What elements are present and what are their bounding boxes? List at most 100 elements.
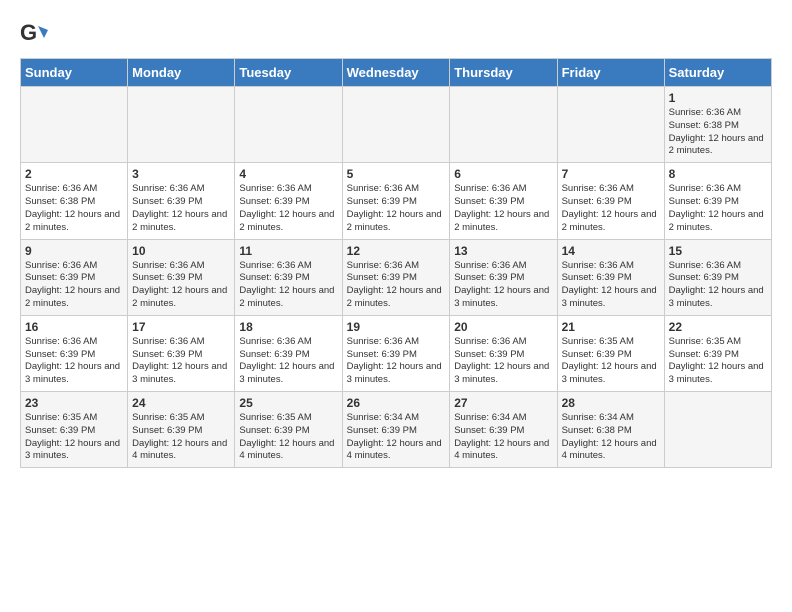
day-number: 28	[562, 396, 660, 410]
day-of-week-header: Saturday	[664, 59, 771, 87]
day-info: Sunrise: 6:36 AM Sunset: 6:39 PM Dayligh…	[562, 260, 660, 311]
day-info: Sunrise: 6:35 AM Sunset: 6:39 PM Dayligh…	[562, 336, 660, 387]
day-number: 24	[132, 396, 230, 410]
svg-text:G: G	[20, 20, 37, 45]
day-info: Sunrise: 6:36 AM Sunset: 6:39 PM Dayligh…	[562, 183, 660, 234]
calendar-cell: 4 Sunrise: 6:36 AM Sunset: 6:39 PM Daylig…	[235, 163, 342, 239]
day-info: Sunrise: 6:36 AM Sunset: 6:39 PM Dayligh…	[132, 183, 230, 234]
logo: G	[20, 20, 52, 48]
logo-icon: G	[20, 20, 48, 48]
day-info: Sunrise: 6:35 AM Sunset: 6:39 PM Dayligh…	[132, 412, 230, 463]
day-number: 5	[347, 167, 446, 181]
days-of-week-row: SundayMondayTuesdayWednesdayThursdayFrid…	[21, 59, 772, 87]
calendar-cell	[21, 87, 128, 163]
day-number: 26	[347, 396, 446, 410]
day-number: 7	[562, 167, 660, 181]
calendar-cell: 22 Sunrise: 6:35 AM Sunset: 6:39 PM Dayli…	[664, 315, 771, 391]
day-info: Sunrise: 6:36 AM Sunset: 6:39 PM Dayligh…	[239, 183, 337, 234]
day-info: Sunrise: 6:34 AM Sunset: 6:38 PM Dayligh…	[562, 412, 660, 463]
calendar-cell	[557, 87, 664, 163]
day-info: Sunrise: 6:35 AM Sunset: 6:39 PM Dayligh…	[239, 412, 337, 463]
calendar-cell: 23 Sunrise: 6:35 AM Sunset: 6:39 PM Dayli…	[21, 392, 128, 468]
day-number: 8	[669, 167, 767, 181]
day-info: Sunrise: 6:36 AM Sunset: 6:39 PM Dayligh…	[669, 183, 767, 234]
day-number: 13	[454, 244, 552, 258]
day-number: 3	[132, 167, 230, 181]
day-info: Sunrise: 6:36 AM Sunset: 6:38 PM Dayligh…	[25, 183, 123, 234]
calendar-cell: 25Sunrise: 6:35 AM Sunset: 6:39 PM Dayli…	[235, 392, 342, 468]
day-number: 6	[454, 167, 552, 181]
day-info: Sunrise: 6:36 AM Sunset: 6:39 PM Dayligh…	[454, 260, 552, 311]
day-info: Sunrise: 6:36 AM Sunset: 6:39 PM Dayligh…	[454, 183, 552, 234]
calendar-cell: 16 Sunrise: 6:36 AM Sunset: 6:39 PM Dayli…	[21, 315, 128, 391]
calendar-cell: 28 Sunrise: 6:34 AM Sunset: 6:38 PM Dayli…	[557, 392, 664, 468]
day-number: 14	[562, 244, 660, 258]
calendar-cell: 2 Sunrise: 6:36 AM Sunset: 6:38 PM Daylig…	[21, 163, 128, 239]
calendar-week-row: 1Sunrise: 6:36 AM Sunset: 6:38 PM Daylig…	[21, 87, 772, 163]
calendar-cell: 21 Sunrise: 6:35 AM Sunset: 6:39 PM Dayli…	[557, 315, 664, 391]
day-info: Sunrise: 6:36 AM Sunset: 6:39 PM Dayligh…	[25, 336, 123, 387]
calendar-cell	[342, 87, 450, 163]
day-number: 20	[454, 320, 552, 334]
day-number: 17	[132, 320, 230, 334]
day-number: 22	[669, 320, 767, 334]
calendar-cell: 18 Sunrise: 6:36 AM Sunset: 6:39 PM Dayli…	[235, 315, 342, 391]
calendar-week-row: 9 Sunrise: 6:36 AM Sunset: 6:39 PM Daylig…	[21, 239, 772, 315]
day-info: Sunrise: 6:36 AM Sunset: 6:39 PM Dayligh…	[25, 260, 123, 311]
calendar-cell: 13 Sunrise: 6:36 AM Sunset: 6:39 PM Dayli…	[450, 239, 557, 315]
calendar-week-row: 16 Sunrise: 6:36 AM Sunset: 6:39 PM Dayli…	[21, 315, 772, 391]
day-info: Sunrise: 6:35 AM Sunset: 6:39 PM Dayligh…	[25, 412, 123, 463]
calendar-cell: 26Sunrise: 6:34 AM Sunset: 6:39 PM Dayli…	[342, 392, 450, 468]
day-number: 27	[454, 396, 552, 410]
day-info: Sunrise: 6:36 AM Sunset: 6:39 PM Dayligh…	[239, 260, 337, 311]
calendar-cell: 8 Sunrise: 6:36 AM Sunset: 6:39 PM Daylig…	[664, 163, 771, 239]
day-of-week-header: Tuesday	[235, 59, 342, 87]
day-of-week-header: Monday	[128, 59, 235, 87]
calendar-cell: 17 Sunrise: 6:36 AM Sunset: 6:39 PM Dayli…	[128, 315, 235, 391]
header: G	[20, 20, 772, 48]
calendar-cell: 15 Sunrise: 6:36 AM Sunset: 6:39 PM Dayli…	[664, 239, 771, 315]
day-number: 4	[239, 167, 337, 181]
calendar-cell: 11Sunrise: 6:36 AM Sunset: 6:39 PM Dayli…	[235, 239, 342, 315]
calendar-cell: 9 Sunrise: 6:36 AM Sunset: 6:39 PM Daylig…	[21, 239, 128, 315]
day-number: 15	[669, 244, 767, 258]
calendar-cell: 5Sunrise: 6:36 AM Sunset: 6:39 PM Daylig…	[342, 163, 450, 239]
calendar-cell	[664, 392, 771, 468]
calendar-cell: 19 Sunrise: 6:36 AM Sunset: 6:39 PM Dayli…	[342, 315, 450, 391]
calendar-cell: 3 Sunrise: 6:36 AM Sunset: 6:39 PM Daylig…	[128, 163, 235, 239]
day-info: Sunrise: 6:36 AM Sunset: 6:39 PM Dayligh…	[347, 260, 446, 311]
calendar-cell: 10Sunrise: 6:36 AM Sunset: 6:39 PM Dayli…	[128, 239, 235, 315]
day-of-week-header: Wednesday	[342, 59, 450, 87]
day-info: Sunrise: 6:36 AM Sunset: 6:39 PM Dayligh…	[239, 336, 337, 387]
day-info: Sunrise: 6:36 AM Sunset: 6:39 PM Dayligh…	[132, 336, 230, 387]
day-number: 9	[25, 244, 123, 258]
calendar: SundayMondayTuesdayWednesdayThursdayFrid…	[20, 58, 772, 468]
calendar-cell: 14 Sunrise: 6:36 AM Sunset: 6:39 PM Dayli…	[557, 239, 664, 315]
calendar-cell	[235, 87, 342, 163]
day-number: 2	[25, 167, 123, 181]
day-info: Sunrise: 6:36 AM Sunset: 6:39 PM Dayligh…	[454, 336, 552, 387]
calendar-cell: 6 Sunrise: 6:36 AM Sunset: 6:39 PM Daylig…	[450, 163, 557, 239]
day-info: Sunrise: 6:34 AM Sunset: 6:39 PM Dayligh…	[454, 412, 552, 463]
day-number: 23	[25, 396, 123, 410]
day-number: 18	[239, 320, 337, 334]
day-info: Sunrise: 6:36 AM Sunset: 6:38 PM Dayligh…	[669, 107, 767, 158]
day-number: 16	[25, 320, 123, 334]
calendar-week-row: 23 Sunrise: 6:35 AM Sunset: 6:39 PM Dayli…	[21, 392, 772, 468]
calendar-cell: 24 Sunrise: 6:35 AM Sunset: 6:39 PM Dayli…	[128, 392, 235, 468]
day-number: 10	[132, 244, 230, 258]
calendar-body: 1Sunrise: 6:36 AM Sunset: 6:38 PM Daylig…	[21, 87, 772, 468]
day-info: Sunrise: 6:36 AM Sunset: 6:39 PM Dayligh…	[347, 336, 446, 387]
calendar-cell: 27 Sunrise: 6:34 AM Sunset: 6:39 PM Dayli…	[450, 392, 557, 468]
calendar-cell: 1Sunrise: 6:36 AM Sunset: 6:38 PM Daylig…	[664, 87, 771, 163]
calendar-cell: 7 Sunrise: 6:36 AM Sunset: 6:39 PM Daylig…	[557, 163, 664, 239]
calendar-cell: 20 Sunrise: 6:36 AM Sunset: 6:39 PM Dayli…	[450, 315, 557, 391]
day-number: 21	[562, 320, 660, 334]
day-of-week-header: Thursday	[450, 59, 557, 87]
day-info: Sunrise: 6:36 AM Sunset: 6:39 PM Dayligh…	[669, 260, 767, 311]
day-number: 12	[347, 244, 446, 258]
day-number: 19	[347, 320, 446, 334]
day-info: Sunrise: 6:35 AM Sunset: 6:39 PM Dayligh…	[669, 336, 767, 387]
calendar-week-row: 2 Sunrise: 6:36 AM Sunset: 6:38 PM Daylig…	[21, 163, 772, 239]
day-of-week-header: Sunday	[21, 59, 128, 87]
